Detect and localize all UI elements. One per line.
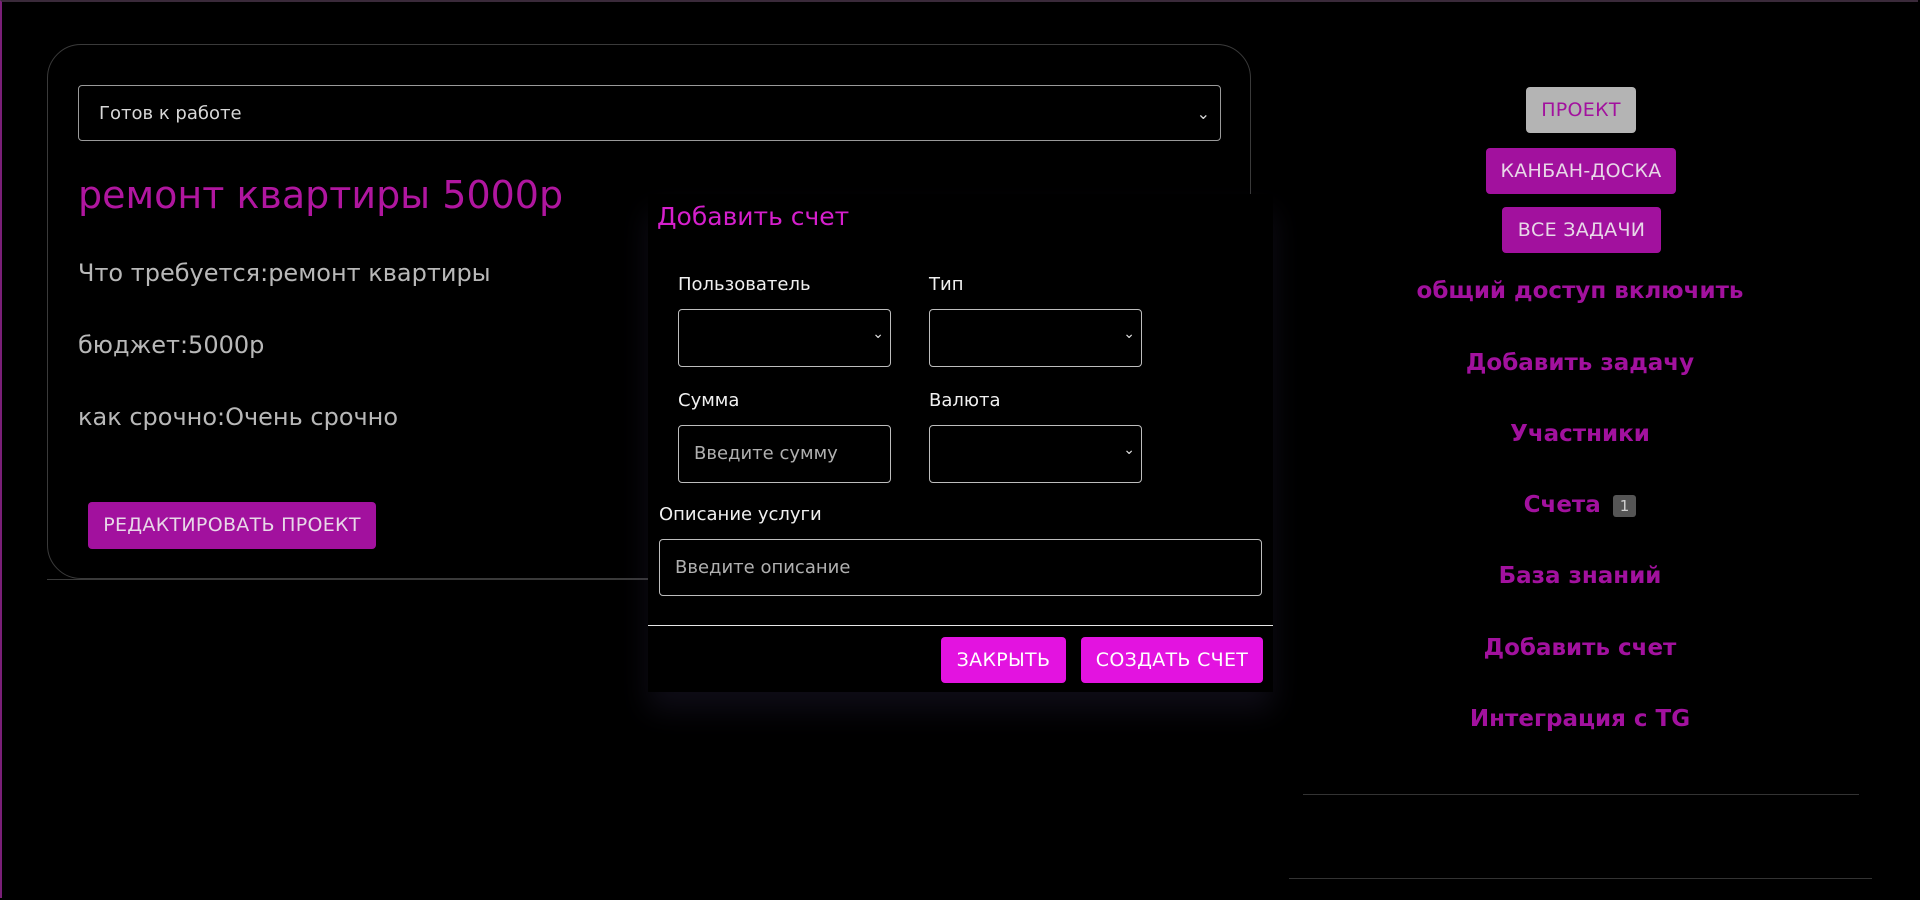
description-input[interactable]: Введите описание bbox=[659, 539, 1262, 596]
description-placeholder: Введите описание bbox=[675, 557, 851, 578]
all-tasks-button[interactable]: ВСЕ ЗАДАЧИ bbox=[1502, 207, 1661, 253]
type-label: Тип bbox=[929, 274, 964, 295]
project-button[interactable]: ПРОЕКТ bbox=[1526, 87, 1636, 133]
amount-label: Сумма bbox=[678, 390, 740, 411]
chevron-down-icon: ⌄ bbox=[1196, 104, 1210, 123]
user-label: Пользователь bbox=[678, 274, 811, 295]
type-select[interactable]: ⌄ bbox=[929, 309, 1142, 367]
invoices-link-label: Счета bbox=[1523, 492, 1601, 518]
chevron-down-icon: ⌄ bbox=[872, 326, 884, 342]
knowledge-base-link[interactable]: База знаний bbox=[1290, 563, 1870, 589]
add-invoice-modal: Добавить счет Пользователь ⌄ Тип ⌄ Сумма… bbox=[648, 194, 1273, 692]
sidebar-divider bbox=[1303, 794, 1859, 795]
card-divider bbox=[47, 579, 747, 580]
modal-footer-divider bbox=[648, 625, 1273, 626]
status-select-value: Готов к работе bbox=[99, 103, 242, 124]
add-invoice-link[interactable]: Добавить счет bbox=[1290, 635, 1870, 661]
kanban-board-button[interactable]: КАНБАН-ДОСКА bbox=[1486, 148, 1676, 194]
create-invoice-button[interactable]: СОЗДАТЬ СЧЕТ bbox=[1081, 637, 1263, 683]
add-task-link[interactable]: Добавить задачу bbox=[1290, 350, 1870, 376]
currency-select[interactable]: ⌄ bbox=[929, 425, 1142, 483]
members-link[interactable]: Участники bbox=[1290, 421, 1870, 447]
invoices-count-badge: 1 bbox=[1612, 494, 1637, 517]
close-button[interactable]: ЗАКРЫТЬ bbox=[941, 637, 1066, 683]
project-field-requirement: Что требуется:ремонт квартиры bbox=[78, 259, 491, 287]
currency-label: Валюта bbox=[929, 390, 1001, 411]
modal-title: Добавить счет bbox=[657, 202, 850, 231]
chevron-down-icon: ⌄ bbox=[1123, 326, 1135, 342]
project-title: ремонт квартиры 5000р bbox=[78, 173, 564, 217]
user-select[interactable]: ⌄ bbox=[678, 309, 891, 367]
amount-input[interactable]: Введите сумму bbox=[678, 425, 891, 483]
invoices-link[interactable]: Счета 1 bbox=[1290, 492, 1870, 518]
amount-placeholder: Введите сумму bbox=[694, 443, 838, 464]
project-field-urgency: как срочно:Очень срочно bbox=[78, 403, 399, 431]
share-access-link[interactable]: общий доступ включить bbox=[1290, 278, 1870, 304]
chevron-down-icon: ⌄ bbox=[1123, 442, 1135, 458]
status-select[interactable]: Готов к работе ⌄ bbox=[78, 85, 1221, 141]
project-field-budget: бюджет:5000р bbox=[78, 331, 265, 359]
tg-integration-link[interactable]: Интеграция с TG bbox=[1290, 706, 1870, 732]
sidebar-bottom-divider bbox=[1289, 878, 1872, 879]
description-label: Описание услуги bbox=[659, 504, 822, 525]
edit-project-button[interactable]: РЕДАКТИРОВАТЬ ПРОЕКТ bbox=[88, 502, 376, 549]
sidebar: ПРОЕКТ КАНБАН-ДОСКА ВСЕ ЗАДАЧИ общий дос… bbox=[1289, 40, 1872, 880]
